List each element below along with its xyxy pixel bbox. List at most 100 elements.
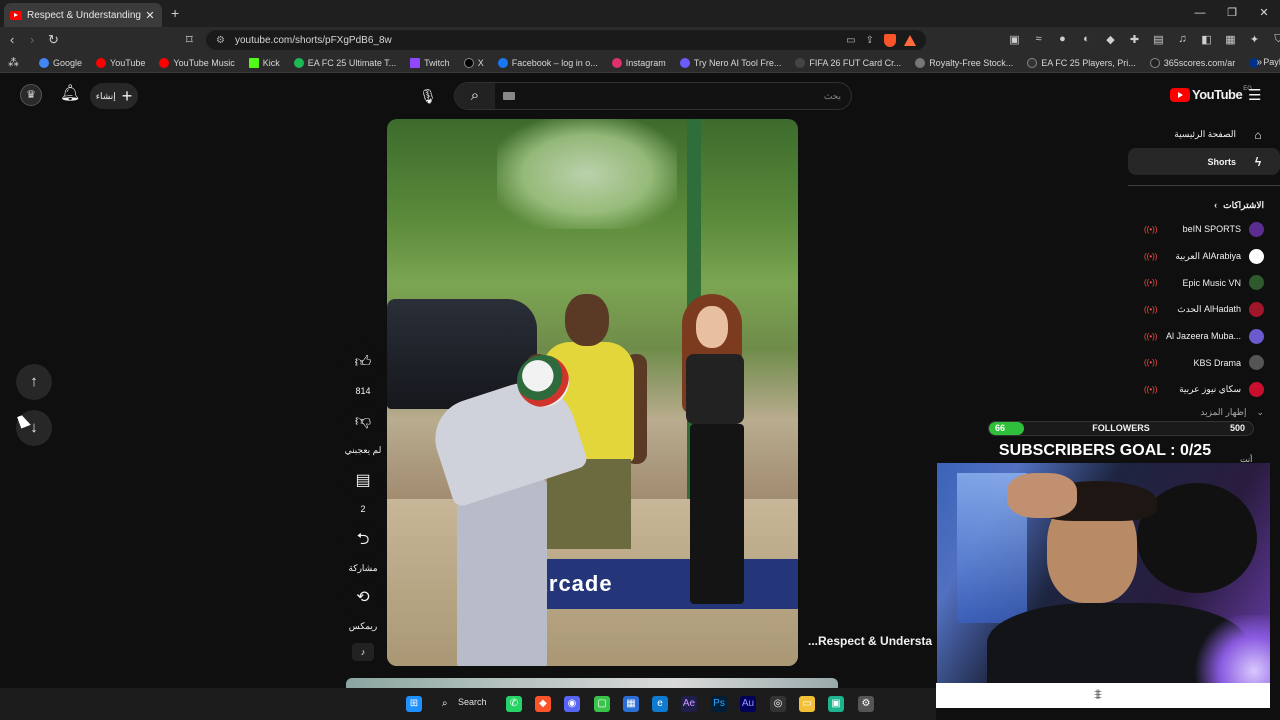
bookmark-x[interactable]: X [463,57,484,68]
bookmark-icon[interactable]: ⌑ [186,32,193,48]
app-icon[interactable]: ▣ [828,696,844,712]
extension-icon[interactable]: ◆ [1104,33,1117,46]
browser-tab-active[interactable]: Respect & Understanding 💛 ✕ [4,3,162,27]
reload-icon[interactable]: ↻ [48,32,59,48]
discord-icon[interactable]: ◉ [564,696,580,712]
apps-grid-icon[interactable]: ⁂ [8,56,19,69]
subscription-item[interactable]: ((•)) العربية AlArabiya [1128,243,1280,270]
subscription-item[interactable]: ((•)) KBS Drama [1128,349,1280,376]
dislike-button[interactable]: 👎︎ لم يعجبني [340,402,386,456]
site-info-icon[interactable]: ⚙ [216,35,225,46]
previous-short-button[interactable]: ↑ [16,364,52,400]
subscription-item[interactable]: ((•)) سكاي نيوز عربية [1128,376,1280,403]
like-button[interactable]: 👍︎ 814 [340,343,386,396]
subscriptions-header[interactable]: ‹ الاشتراكات [1128,194,1280,216]
sound-thumbnail-icon[interactable]: ♪ [352,643,374,661]
forward-icon[interactable]: › [30,32,34,47]
bookmark-paypal[interactable]: PayPal: الموجز [1249,57,1280,68]
bookmark-nero-ai[interactable]: Try Nero AI Tool Fre... [679,57,781,68]
search-icon[interactable]: ⌕ [455,83,495,109]
windows-taskbar: ⊞ ⌕ Search ✆ ◆ ◉ ▢ ▦ e Ae Ps Au ◎ ▭ ▣ ⚙ [0,688,936,720]
taskbar-search-label[interactable]: Search [458,697,487,707]
subscription-item[interactable]: ((•)) الحدث AlHadath [1128,296,1280,323]
bookmark-kick[interactable]: Kick [248,57,280,68]
cast-icon[interactable]: ▭ [846,35,855,46]
comments-button[interactable]: ▤ 2 [340,461,386,514]
url-text: youtube.com/shorts/pFXgPdB6_8w [234,34,392,46]
after-effects-icon[interactable]: Ae [681,696,697,712]
sidebar-item-label: الصفحة الرئيسية [1174,129,1236,139]
share-page-icon[interactable]: ⇪ [866,35,874,46]
subscription-item[interactable]: ((•)) Al Jazeera Muba... [1128,323,1280,350]
brave-rewards-icon[interactable] [904,34,916,46]
followers-max: 500 [1229,423,1245,433]
leo-icon[interactable]: ✦ [1248,33,1261,46]
extension-icon[interactable]: ≈ [1032,33,1045,46]
bookmark-twitch[interactable]: Twitch [410,57,450,68]
window-close-icon[interactable]: ✕ [1248,0,1280,27]
extensions-puzzle-icon[interactable]: ✚ [1128,33,1141,46]
search-input[interactable] [541,88,841,104]
file-explorer-icon[interactable]: ▭ [799,696,815,712]
whatsapp-icon[interactable]: ✆ [506,696,522,712]
settings-gear-icon[interactable]: ⚙ [858,696,874,712]
browser-tab-strip: Respect & Understanding 💛 ✕ + — ❐ ✕ [0,0,1280,27]
short-video-player[interactable]: Arcade [387,119,798,666]
brave-shields-icon[interactable] [884,33,896,47]
voice-search-mic-icon[interactable]: 🎙︎ [416,84,440,108]
windows-start-icon[interactable]: ⊞ [406,696,422,712]
sidebar-item-shorts[interactable]: Shorts ϟ [1128,148,1280,175]
subscription-item[interactable]: ((•)) beIN SPORTS [1128,216,1280,243]
notifications-bell-icon[interactable]: 🔔︎ [60,83,80,103]
bookmark-royalty-free[interactable]: Royalty-Free Stock... [915,57,1013,68]
bookmark-365scores[interactable]: 365scores.com/ar [1149,57,1235,68]
comments-count: 2 [360,504,366,514]
tab-close-icon[interactable]: ✕ [144,9,156,22]
keyboard-icon[interactable] [503,92,515,100]
show-more-button[interactable]: إظهار المزيد ⌄ [1128,403,1280,423]
youtube-logo-text: YouTube [1192,87,1243,102]
wallet-icon[interactable]: ▦ [1224,33,1237,46]
bookmark-google[interactable]: Google [39,57,82,68]
guide-menu-icon[interactable]: ☰ [1248,86,1261,104]
sidebar-item-home[interactable]: الصفحة الرئيسية ⌂ [1128,121,1280,148]
youtube-logo[interactable]: YouTube EG [1170,86,1252,102]
bookmark-ea-fc-players[interactable]: EA FC 25 Players, Pri... [1027,57,1136,68]
avatar[interactable]: ♛ [20,84,42,106]
back-icon[interactable]: ‹ [10,32,14,47]
extension-icon[interactable]: ▣ [1008,33,1021,46]
sidebar-icon[interactable]: ◧ [1200,33,1213,46]
bookmark-youtube[interactable]: YouTube [96,57,145,68]
overlay-logo-icon: ⩨ [1094,686,1102,702]
video-title[interactable]: ...Respect & Understa [808,634,938,648]
new-tab-button[interactable]: + [171,5,179,21]
create-button[interactable]: إنشاء + [90,83,138,109]
youtube-music-icon [159,57,170,68]
app-icon[interactable]: ▢ [594,696,610,712]
bookmark-facebook[interactable]: Facebook – log in o... [497,57,598,68]
bookmark-fifa-card[interactable]: FIFA 26 FUT Card Cr... [795,57,901,68]
audition-icon[interactable]: Au [740,696,756,712]
bookmark-ea-fc[interactable]: EA FC 25 Ultimate T... [293,57,396,68]
share-button[interactable]: ⮌ مشاركة [340,520,386,574]
app-icon[interactable]: ▦ [623,696,639,712]
edge-icon[interactable]: e [652,696,668,712]
youtube-favicon-icon [10,10,22,20]
address-bar[interactable]: ⚙ youtube.com/shorts/pFXgPdB6_8w ▭ ⇪ [206,30,926,50]
obs-icon[interactable]: ◎ [770,696,786,712]
vpn-icon[interactable]: ⛉ [1272,33,1280,46]
photoshop-icon[interactable]: Ps [711,696,727,712]
bookmark-instagram[interactable]: Instagram [611,57,666,68]
extension-icon[interactable]: ● [1056,33,1069,46]
subscription-item[interactable]: ((•)) Epic Music VN [1128,269,1280,296]
remix-button[interactable]: ⟲ ريمكس [340,578,386,632]
bookmark-youtube-music[interactable]: YouTube Music [159,57,235,68]
more-bookmarks-icon[interactable]: » [1256,57,1262,68]
extension-icon[interactable]: ◐ [1080,33,1093,46]
media-icon[interactable]: ♫ [1176,33,1189,46]
brave-browser-icon[interactable]: ◆ [535,696,551,712]
minimize-icon[interactable]: — [1184,0,1216,27]
taskbar-search-icon[interactable]: ⌕ [442,696,448,712]
extension-icon[interactable]: ▤ [1152,33,1165,46]
restore-icon[interactable]: ❐ [1216,0,1248,27]
